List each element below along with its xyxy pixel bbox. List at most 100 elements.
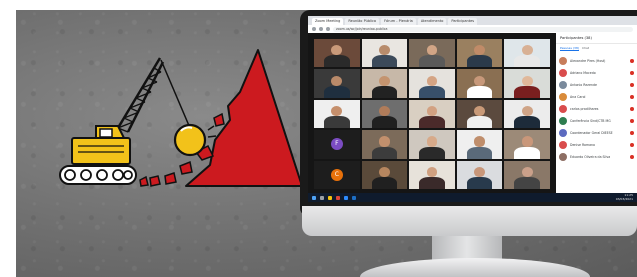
participant-video-tile[interactable]: F [314,130,360,159]
participant-video-tile[interactable] [409,130,455,159]
participant-body [419,116,445,129]
tab-chat[interactable]: Chat [582,46,589,51]
participant-face [378,166,390,178]
browser-tab[interactable]: Participantes [448,18,478,25]
mic-muted-icon[interactable] [630,119,634,123]
folder-icon[interactable] [328,195,332,200]
participant-video-tile[interactable] [409,69,455,98]
participant-face [521,45,533,56]
url-input[interactable]: zoom.us/wc/join/reuniao-publica [333,26,633,32]
participant-video-tile[interactable] [504,99,550,129]
mic-muted-icon[interactable] [630,95,634,99]
mic-muted-icon[interactable] [630,59,634,63]
participant-video-tile[interactable] [361,39,408,68]
participant-name: Conferência Sind/CTB MG [570,119,611,123]
panel-tabs: Pessoas (38) Chat [556,44,637,53]
participant-face [378,136,390,147]
participant-video-tile[interactable] [409,39,455,68]
participant-body [324,55,350,68]
mic-muted-icon[interactable] [630,131,634,135]
participant-face [378,106,390,117]
participant-video-tile[interactable] [456,130,503,159]
start-icon[interactable] [312,195,316,200]
monitor-chin [302,206,637,236]
participant-name: Adriano Macedo [570,71,596,75]
forward-icon[interactable] [319,27,323,31]
mic-muted-icon[interactable] [630,71,634,75]
participant-video-tile[interactable] [504,160,550,189]
participant-video-tile[interactable] [361,99,408,129]
video-grid: FC [314,39,550,189]
participant-video-tile[interactable] [456,39,503,68]
participant-video-tile[interactable] [409,160,455,189]
windows-taskbar: 11:25 03/03/2021 [308,193,637,202]
zoom-icon[interactable] [344,195,348,200]
participant-list-item[interactable]: Adriano Macedo [559,67,634,79]
participant-video-tile[interactable] [314,39,360,68]
participant-face [474,166,486,178]
participant-face [426,166,438,178]
participant-body [466,146,493,159]
participant-list-item[interactable]: Antonio Rezende [559,79,634,91]
mic-muted-icon[interactable] [630,155,634,159]
mic-muted-icon[interactable] [630,107,634,111]
participant-list-item[interactable]: Alexandre Pires (Host) [559,55,634,67]
participant-video-tile[interactable] [456,160,503,189]
participant-list-item[interactable]: Denise Romano [559,139,634,151]
participant-body [466,55,493,68]
participant-face [378,75,390,86]
participant-body [514,55,540,68]
participant-video-tile[interactable] [361,160,408,189]
participant-body [419,55,445,68]
avatar [559,129,567,137]
browser-tab[interactable]: Zoom Meeting [312,18,344,25]
participant-video-tile[interactable] [456,99,503,129]
participant-face [474,136,486,147]
participant-body [371,146,398,159]
participant-video-tile[interactable] [409,99,455,129]
search-icon[interactable] [320,195,324,200]
participant-face [521,106,533,117]
participant-video-tile[interactable] [456,69,503,98]
reload-icon[interactable] [326,27,330,31]
participant-name: Antonio Rezende [570,83,597,87]
tab-people[interactable]: Pessoas (38) [560,46,580,51]
participant-video-tile[interactable] [361,69,408,98]
participant-body [371,177,398,189]
avatar [559,57,567,65]
participant-video-tile[interactable] [504,69,550,98]
participant-video-tile[interactable] [314,69,360,98]
participant-name: Denise Romano [570,143,596,147]
participant-video-tile[interactable]: C [314,160,360,189]
browser-tab[interactable]: Fórum - Plenária [381,18,416,25]
browser-tab[interactable]: Atendimento [417,18,447,25]
participants-panel-title: Participantes (38) [556,33,637,44]
participant-face [521,136,533,147]
participant-body [466,177,493,189]
participant-video-tile[interactable] [504,130,550,159]
mic-muted-icon[interactable] [630,83,634,87]
browser-tab[interactable]: Reunião Pública [345,18,380,25]
monitor-screen: Zoom Meeting Reunião Pública Fórum - Ple… [308,16,637,202]
participant-list-item[interactable]: Conferência Sind/CTB MG [559,115,634,127]
participant-video-tile[interactable] [314,99,360,129]
participant-list-item[interactable]: Ana Carol [559,91,634,103]
participant-video-tile[interactable] [504,39,550,68]
browser-tab-bar: Zoom Meeting Reunião Pública Fórum - Ple… [308,16,637,25]
participant-video-tile[interactable] [361,130,408,159]
participant-list-item[interactable]: carlos pradilhares [559,103,634,115]
mic-muted-icon[interactable] [630,143,634,147]
participant-name: Ana Carol [570,95,586,99]
outlook-icon[interactable] [352,195,356,200]
back-icon[interactable] [312,27,316,31]
participant-initial-avatar: F [330,138,343,151]
participant-face [521,166,533,178]
participant-list-item[interactable]: Eduardo Oliveira da Silva [559,151,634,163]
red-pyramid-icon [139,49,303,187]
participant-body [371,116,398,129]
participants-panel: Participantes (38) Pessoas (38) Chat Ale… [556,33,637,193]
participant-face [426,75,438,86]
participant-face [474,75,486,86]
participant-list-item[interactable]: Coordenador Geral DIEESE [559,127,634,139]
chrome-icon[interactable] [336,195,340,200]
